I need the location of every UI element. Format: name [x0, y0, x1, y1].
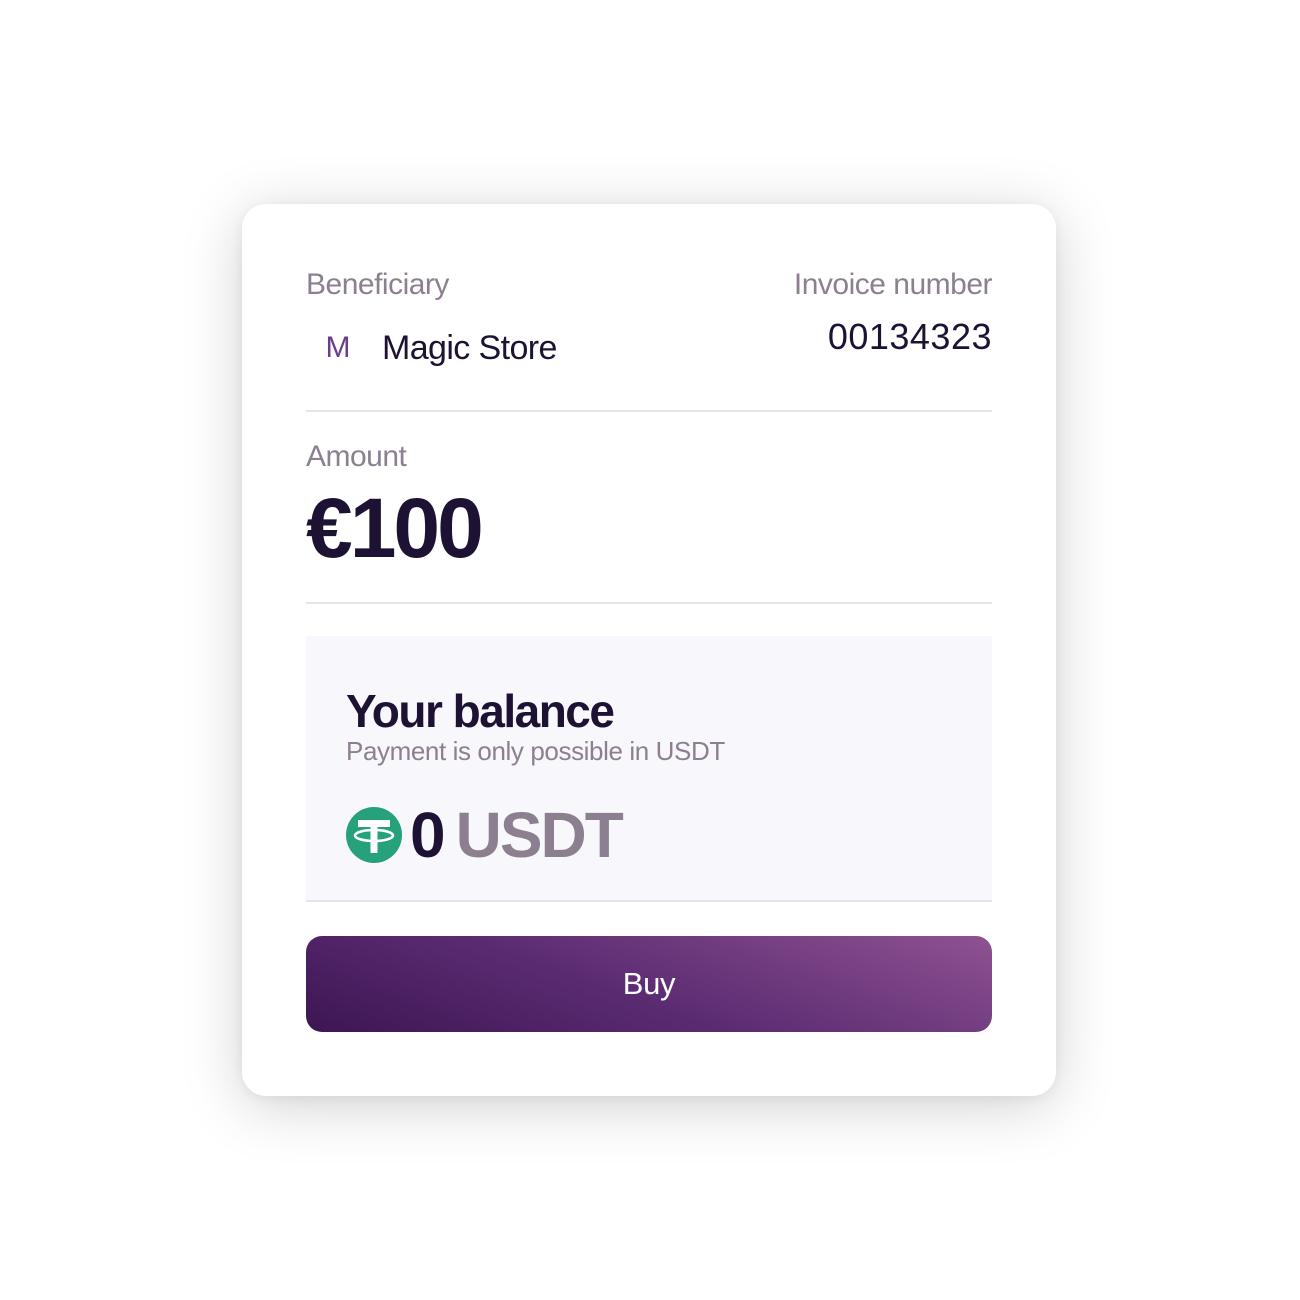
merchant-name: Magic Store — [382, 328, 557, 367]
invoice-number: 00134323 — [827, 316, 992, 357]
balance-subtitle: Payment is only possible in USDT — [346, 736, 725, 766]
amount-label: Amount — [306, 440, 407, 473]
invoice-number-label: Invoice number — [793, 268, 993, 301]
invoice-section: Invoice number 00134323 — [793, 266, 993, 358]
balance-value: 0 — [410, 799, 446, 871]
amount-section: Amount €100 — [306, 440, 992, 604]
balance-amount: 0 USDT — [346, 798, 624, 872]
merchant-avatar: M — [325, 331, 351, 364]
beneficiary-label: Beneficiary — [306, 268, 449, 301]
merchant: M Magic Store — [306, 324, 558, 372]
invoice-header: Beneficiary M Magic Store Invoice number… — [306, 266, 993, 412]
balance-title: Your balance — [346, 685, 615, 737]
amount-value: €100 — [306, 481, 484, 575]
payment-card: Beneficiary M Magic Store Invoice number… — [242, 204, 1056, 1096]
usdt-tether-icon — [346, 807, 402, 863]
buy-button[interactable]: Buy — [306, 936, 992, 1032]
balance-currency: USDT — [455, 799, 624, 871]
balance-panel: Your balance Payment is only possible in… — [306, 636, 992, 902]
